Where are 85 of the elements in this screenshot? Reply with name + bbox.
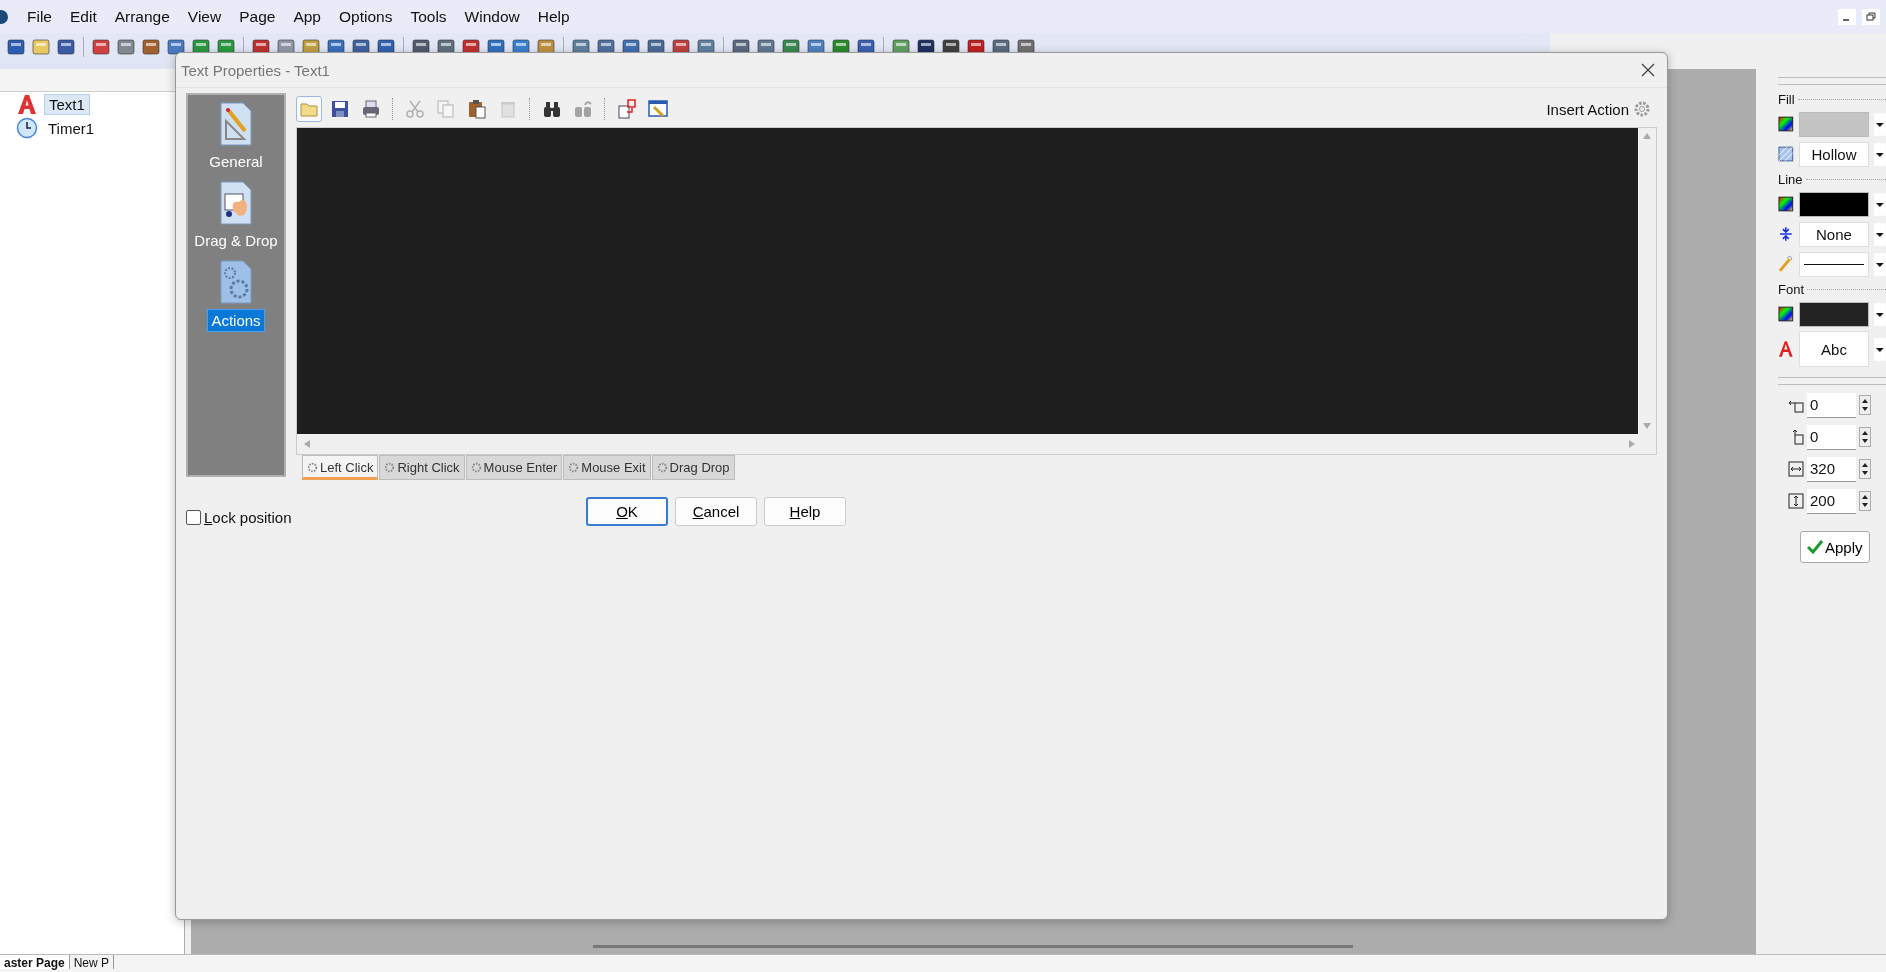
splitter-grip[interactable]: [1778, 77, 1886, 85]
clipboard-icon[interactable]: [467, 99, 487, 119]
menu-item[interactable]: Arrange: [105, 7, 179, 26]
tree-item[interactable]: Text1: [44, 93, 90, 115]
hatch-pattern-icon: [1778, 146, 1794, 162]
toolbar-icon[interactable]: [91, 37, 111, 57]
event-tab[interactable]: Drag Drop: [651, 455, 735, 480]
color-swatch[interactable]: [1798, 301, 1870, 327]
document-icon[interactable]: [217, 101, 255, 147]
printer-icon[interactable]: [361, 99, 381, 119]
restore-icon[interactable]: [1862, 8, 1880, 25]
tree-item[interactable]: Timer1: [44, 118, 99, 138]
page-tab[interactable]: New P: [69, 955, 115, 969]
font-dropdown[interactable]: Abc: [1798, 331, 1870, 367]
close-icon[interactable]: [1641, 63, 1655, 77]
menu-item[interactable]: Options: [330, 7, 402, 26]
spinner-arrows-icon[interactable]: [1859, 427, 1871, 447]
dialog-button[interactable]: Cancel: [675, 497, 757, 526]
toolbar-icon[interactable]: [166, 37, 186, 57]
height-icon: [1788, 493, 1804, 509]
event-tab[interactable]: Mouse Enter: [465, 455, 563, 480]
event-tab[interactable]: Right Click: [379, 455, 465, 480]
gear-icon: [470, 462, 482, 473]
menu-item[interactable]: File: [18, 7, 61, 26]
line-style-dropdown[interactable]: [1798, 251, 1870, 277]
menu-item[interactable]: Window: [455, 7, 529, 26]
spinner-arrows-icon[interactable]: [1859, 491, 1871, 511]
dropdown-field[interactable]: Hollow: [1798, 141, 1870, 167]
gear-icon: [384, 462, 396, 473]
sidebar-item[interactable]: Drag & Drop: [191, 230, 281, 251]
pencil-icon: [1778, 255, 1794, 273]
insert-action-button[interactable]: Insert Action: [1546, 100, 1651, 118]
letter-a-icon: [1778, 340, 1794, 358]
event-tab[interactable]: Mouse Exit: [563, 455, 651, 480]
clock-icon: [16, 117, 38, 139]
dialog-title: Text Properties - Text1: [181, 61, 330, 79]
color-palette-icon: [1778, 116, 1794, 132]
color-palette-icon: [1778, 196, 1794, 212]
color-swatch[interactable]: [1798, 111, 1870, 137]
menu-item[interactable]: Page: [230, 7, 285, 26]
menu-item[interactable]: Tools: [401, 7, 456, 26]
section-label: Font: [1778, 281, 1804, 297]
gear-icon: [568, 462, 580, 473]
minimize-icon[interactable]: [1838, 8, 1856, 25]
document-icon[interactable]: [217, 180, 255, 226]
checkbox-label[interactable]: Lock position: [204, 509, 292, 526]
letter-a-icon: [16, 93, 38, 115]
binoculars-icon[interactable]: [542, 99, 562, 119]
spinner-arrows-icon[interactable]: [1859, 459, 1871, 479]
page-tab[interactable]: aster Page: [0, 955, 70, 969]
number-field[interactable]: 320: [1807, 456, 1856, 482]
number-field[interactable]: 0: [1807, 392, 1856, 418]
section-label: Fill: [1778, 91, 1795, 107]
number-field[interactable]: 200: [1807, 488, 1856, 514]
insert-icon[interactable]: [617, 99, 637, 119]
menu-item[interactable]: Help: [528, 7, 579, 26]
sidebar-item[interactable]: General: [206, 151, 266, 172]
gear-icon: [307, 462, 318, 473]
spinner-arrows-icon[interactable]: [1859, 395, 1871, 415]
event-tab[interactable]: Left Click: [302, 455, 379, 480]
checkbox[interactable]: [186, 510, 201, 525]
width-icon: [1788, 461, 1804, 477]
menu-item[interactable]: App: [284, 7, 330, 26]
gear-icon: [1633, 100, 1651, 118]
splitter-grip[interactable]: [1778, 377, 1886, 385]
dropdown-field[interactable]: None: [1798, 221, 1870, 247]
toolbar-icon[interactable]: [141, 37, 161, 57]
line-spacing-icon: [1778, 226, 1794, 242]
dialog-button[interactable]: OK: [586, 497, 668, 526]
number-field[interactable]: 0: [1807, 424, 1856, 450]
app-icon[interactable]: [0, 9, 8, 24]
sidebar-item[interactable]: Actions: [207, 309, 265, 332]
dialog-button[interactable]: Help: [764, 497, 846, 526]
menu-item[interactable]: View: [178, 7, 231, 26]
gear-icon: [656, 462, 668, 473]
color-swatch[interactable]: [1798, 191, 1870, 217]
check-icon: [1807, 540, 1823, 554]
menu-item[interactable]: Edit: [61, 7, 106, 26]
scrollbar-thumb[interactable]: [593, 945, 1353, 948]
apply-button[interactable]: Apply: [1800, 531, 1870, 563]
window-pencil-icon[interactable]: [648, 99, 668, 119]
toolbar-icon[interactable]: [6, 37, 26, 57]
section-label: Line: [1778, 171, 1803, 187]
color-palette-icon: [1778, 306, 1794, 322]
toolbar-icon[interactable]: [56, 37, 76, 57]
